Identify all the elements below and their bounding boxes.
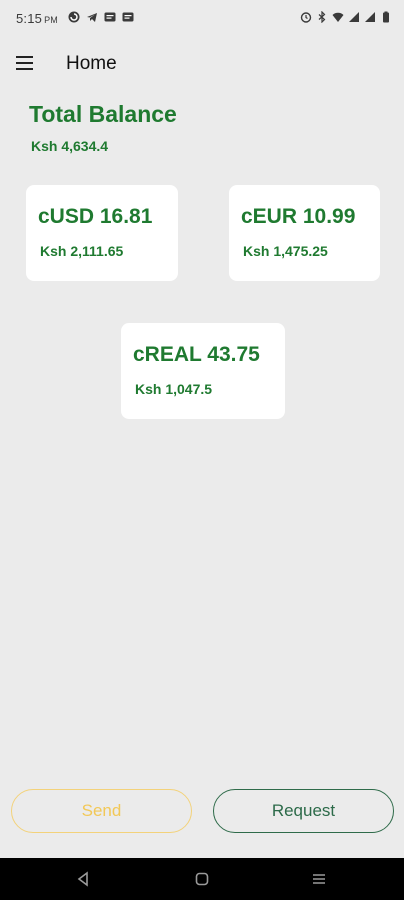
cloud-sync-icon bbox=[68, 11, 80, 23]
signal-icon bbox=[349, 12, 359, 22]
home-icon[interactable] bbox=[193, 870, 211, 888]
status-system-icons bbox=[300, 11, 392, 23]
telegram-icon bbox=[87, 13, 97, 22]
currency-amount: cEUR 10.99 bbox=[241, 205, 356, 228]
total-balance-title: Total Balance bbox=[29, 101, 177, 127]
currency-card-ceur[interactable]: cEUR 10.99 Ksh 1,475.25 bbox=[229, 185, 380, 281]
currency-local-amount: Ksh 1,475.25 bbox=[243, 243, 328, 259]
wifi-icon bbox=[332, 12, 344, 22]
status-time: 5:15 PM bbox=[16, 11, 58, 26]
back-icon[interactable] bbox=[75, 870, 93, 888]
alarm-icon bbox=[300, 12, 312, 23]
send-button[interactable]: Send bbox=[11, 789, 192, 833]
hamburger-menu-icon[interactable] bbox=[14, 54, 38, 74]
currency-card-creal[interactable]: cREAL 43.75 Ksh 1,047.5 bbox=[121, 323, 285, 419]
message-icon bbox=[122, 12, 134, 22]
status-time-ampm: PM bbox=[44, 15, 59, 25]
message-icon bbox=[104, 12, 116, 22]
bluetooth-icon bbox=[318, 11, 326, 23]
recents-icon[interactable] bbox=[310, 870, 328, 888]
page-title: Home bbox=[66, 53, 117, 74]
currency-card-cusd[interactable]: cUSD 16.81 Ksh 2,111.65 bbox=[26, 185, 178, 281]
status-bar: 5:15 PM bbox=[0, 0, 404, 38]
currency-local-amount: Ksh 1,047.5 bbox=[135, 381, 213, 397]
system-nav-bar bbox=[0, 858, 404, 900]
app-bar: Home bbox=[0, 38, 404, 94]
status-notification-icons bbox=[68, 11, 134, 23]
battery-icon bbox=[383, 11, 389, 23]
currency-local-amount: Ksh 2,111.65 bbox=[40, 243, 124, 259]
request-button[interactable]: Request bbox=[213, 789, 394, 833]
signal-icon bbox=[365, 12, 375, 22]
currency-amount: cREAL 43.75 bbox=[133, 343, 260, 366]
currency-amount: cUSD 16.81 bbox=[38, 205, 153, 228]
total-balance-local-amount: Ksh 4,634.4 bbox=[31, 138, 109, 154]
status-time-value: 5:15 bbox=[16, 11, 43, 26]
